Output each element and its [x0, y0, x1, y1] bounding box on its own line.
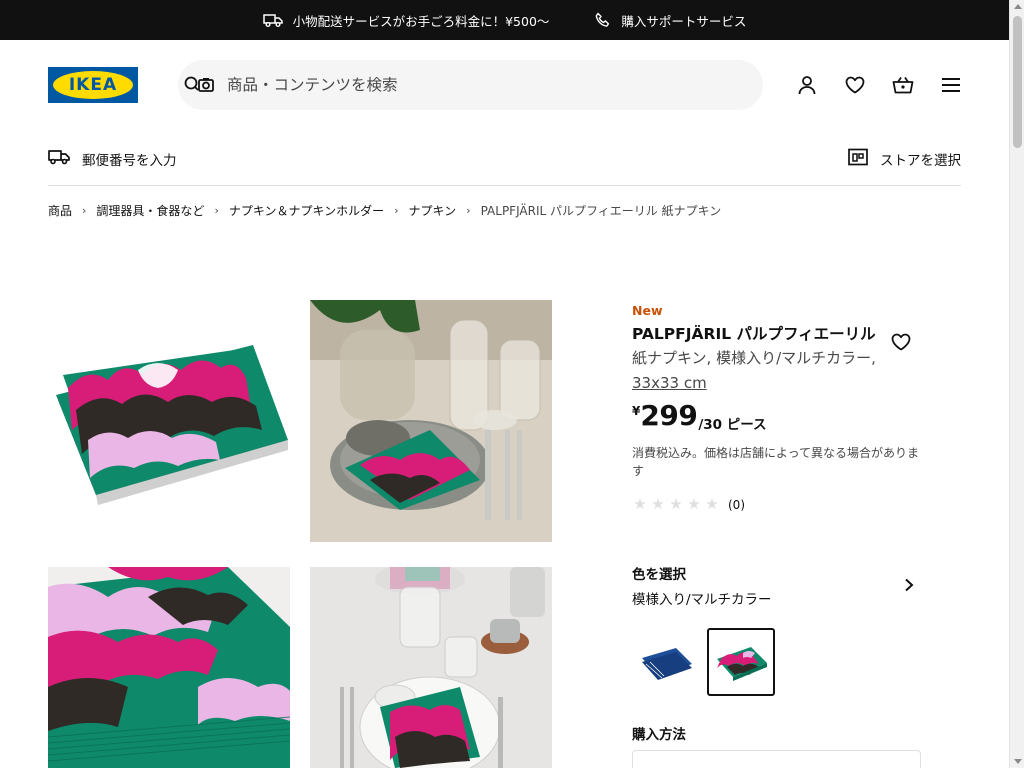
price-amount: 299 — [640, 399, 698, 432]
product-image-table-setting[interactable] — [310, 300, 552, 542]
delivery-promo-link[interactable]: 小物配送サービスがお手ごろ料金に！¥500〜 — [262, 11, 550, 30]
chevron-right-icon: › — [466, 204, 471, 217]
star-icon: ★ — [633, 495, 647, 513]
top-banner: 小物配送サービスがお手ごろ料金に！¥500〜 購入サポートサービス — [0, 0, 1009, 40]
color-swatch-multicolor-selected[interactable] — [707, 628, 775, 696]
truck-icon — [262, 12, 283, 28]
search-camera-icon[interactable] — [183, 72, 217, 98]
product-rating[interactable]: ★ ★ ★ ★ ★ (0) — [632, 497, 745, 512]
product-info: New PALPFJÄRIL パルプフィエーリル 紙ナプキン, 模様入り/マルチ… — [632, 303, 922, 396]
product-name: PALPFJÄRIL パルプフィエーリル — [632, 325, 876, 343]
store-select-button[interactable]: ストアを選択 — [848, 142, 961, 176]
postal-code-button[interactable]: 郵便番号を入力 — [48, 142, 177, 176]
chevron-right-icon: › — [214, 204, 219, 217]
search-input[interactable] — [227, 76, 707, 94]
scroll-down-arrow-icon[interactable] — [1014, 759, 1022, 764]
purchase-method-option[interactable] — [632, 750, 921, 768]
phone-icon — [595, 12, 611, 28]
product-type-text: 紙ナプキン, 模様入り/マルチカラー, — [632, 349, 876, 367]
logo-text: IKEA — [68, 75, 118, 95]
color-swatch-blue[interactable] — [632, 628, 700, 696]
hamburger-menu-icon[interactable] — [939, 73, 963, 97]
search-bar[interactable] — [178, 60, 763, 110]
breadcrumb-current: PALPFJÄRIL パルプフィエーリル 紙ナプキン — [480, 204, 722, 218]
delivery-truck-icon — [48, 149, 70, 169]
chevron-right-icon: › — [394, 204, 399, 217]
rating-count: (0) — [728, 497, 745, 512]
tax-note: 消費税込み。価格は店舗によって異なる場合があります — [632, 446, 920, 478]
breadcrumb-link-products[interactable]: 商品 — [48, 202, 72, 219]
store-select-label: ストアを選択 — [880, 153, 961, 169]
product-image-closeup[interactable] — [48, 567, 290, 768]
delivery-promo-text: 小物配送サービスがお手ごろ料金に！¥500〜 — [292, 13, 550, 29]
postal-code-label: 郵便番号を入力 — [82, 153, 177, 169]
breadcrumb-link-cookware[interactable]: 調理器具・食器など — [96, 202, 204, 219]
purchase-support-text: 購入サポートサービス — [621, 13, 747, 29]
color-select-title: 色を選択 — [632, 567, 686, 583]
add-to-favorites-heart-icon[interactable] — [889, 330, 913, 354]
color-select-chevron-right-icon[interactable] — [898, 574, 920, 596]
scroll-up-arrow-icon[interactable] — [1014, 4, 1022, 9]
logo-oval: IKEA — [53, 71, 133, 99]
favorites-heart-icon[interactable] — [843, 73, 867, 97]
new-badge: New — [632, 303, 663, 318]
star-icon: ★ — [651, 495, 665, 513]
ikea-logo[interactable]: IKEA — [48, 67, 138, 103]
shopping-basket-icon[interactable] — [891, 73, 915, 97]
page-scrollbar[interactable] — [1009, 0, 1024, 768]
product-image-dinner-table[interactable] — [310, 567, 552, 768]
star-icon: ★ — [687, 495, 701, 513]
star-icon: ★ — [705, 495, 719, 513]
purchase-support-link[interactable]: 購入サポートサービス — [595, 11, 746, 30]
scrollbar-thumb[interactable] — [1013, 16, 1022, 148]
product-description: 紙ナプキン, 模様入り/マルチカラー, 33x33 cm — [632, 346, 877, 396]
chevron-right-icon: › — [82, 204, 87, 217]
color-selected-value: 模様入り/マルチカラー — [632, 592, 772, 608]
breadcrumb: 商品 › 調理器具・食器など › ナプキン＆ナプキンホルダー › ナプキン › … — [48, 202, 721, 219]
product-price: ¥ 299 /30 ピース — [632, 398, 767, 434]
price-unit: /30 ピース — [698, 417, 767, 433]
rating-stars: ★ ★ ★ ★ ★ — [632, 497, 720, 512]
price-currency: ¥ — [632, 404, 641, 418]
breadcrumb-link-napkins[interactable]: ナプキン — [409, 202, 457, 219]
location-row: 郵便番号を入力 ストアを選択 — [48, 142, 961, 186]
purchase-method-title: 購入方法 — [632, 727, 686, 743]
product-size-link[interactable]: 33x33 cm — [632, 374, 707, 392]
store-icon — [848, 148, 868, 170]
product-image-stack[interactable] — [48, 300, 290, 542]
account-icon[interactable] — [795, 73, 819, 97]
breadcrumb-link-napkins-holders[interactable]: ナプキン＆ナプキンホルダー — [229, 202, 384, 219]
star-icon: ★ — [669, 495, 683, 513]
